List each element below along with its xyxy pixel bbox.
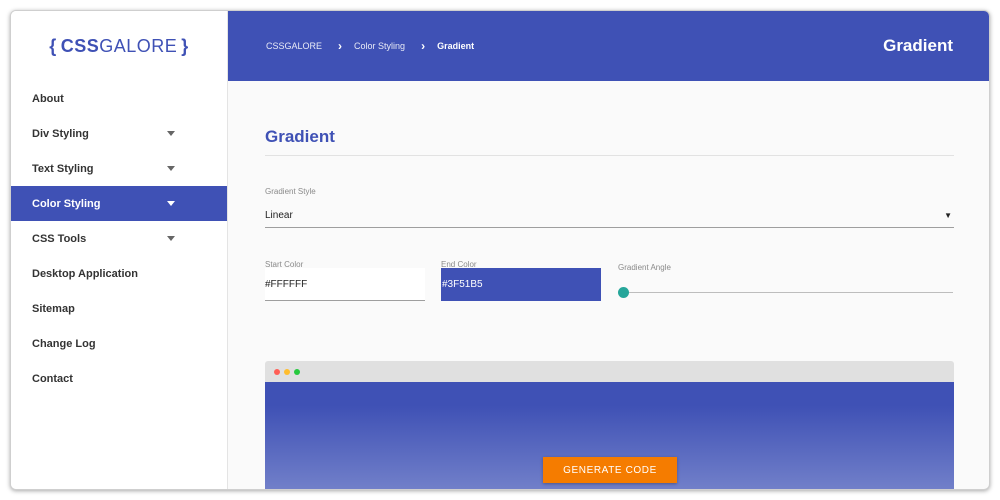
generate-code-button[interactable]: GENERATE CODE (543, 457, 677, 483)
gradient-preview-area: GENERATE CODE (265, 382, 954, 489)
logo-close-brace: } (181, 35, 189, 56)
gradient-style-label: Gradient Style (265, 187, 316, 196)
caret-down-icon (167, 201, 175, 206)
chevron-right-icon: › (421, 39, 426, 53)
breadcrumb-color-styling-link[interactable]: Color Styling (354, 41, 405, 51)
logo-galore: GALORE (99, 35, 178, 56)
sidebar-item-text-styling[interactable]: Text Styling (11, 151, 227, 186)
sidebar-item-label: CSS Tools (32, 232, 87, 245)
sidebar-item-div-styling[interactable]: Div Styling (11, 116, 227, 151)
gradient-style-value: Linear (265, 209, 293, 221)
sidebar-item-color-styling[interactable]: Color Styling (11, 186, 227, 221)
breadcrumb-home-link[interactable]: CSSGALORE (266, 41, 322, 51)
page-title: Gradient (265, 127, 954, 156)
sidebar-item-about[interactable]: About (11, 81, 227, 116)
breadcrumb: CSSGALORE › Color Styling › Gradient (266, 39, 474, 53)
window-minimize-dot-icon (284, 368, 290, 375)
sidebar-item-label: Contact (32, 372, 73, 385)
sidebar-item-label: Change Log (32, 337, 96, 350)
sidebar-item-change-log[interactable]: Change Log (11, 326, 227, 361)
logo-css: CSS (60, 35, 100, 56)
dropdown-arrow-icon: ▼ (944, 210, 952, 220)
end-color-value: #3F51B5 (442, 279, 483, 290)
window-maximize-dot-icon (294, 368, 300, 375)
gradient-preview: GENERATE CODE (265, 361, 954, 489)
sidebar-item-label: Sitemap (32, 302, 75, 315)
chevron-right-icon: › (338, 39, 343, 53)
breadcrumb-current: Gradient (437, 41, 475, 51)
window-close-dot-icon (274, 368, 280, 375)
sidebar-item-css-tools[interactable]: CSS Tools (11, 221, 227, 256)
sidebar-item-label: Text Styling (32, 162, 94, 175)
app-window: { CSS GALORE } About Div Styling Text Sty… (10, 10, 990, 490)
sidebar: { CSS GALORE } About Div Styling Text Sty… (11, 11, 228, 489)
caret-down-icon (167, 166, 175, 171)
sidebar-item-label: Color Styling (32, 197, 101, 210)
caret-down-icon (167, 131, 175, 136)
start-color-value: #FFFFFF (265, 278, 308, 290)
gradient-style-select[interactable]: Linear ▼ (265, 203, 954, 228)
end-color-input[interactable]: #3F51B5 (441, 268, 601, 301)
gradient-angle-label: Gradient Angle (618, 263, 671, 272)
sidebar-item-label: Desktop Application (32, 267, 138, 280)
header-title: Gradient (883, 36, 953, 55)
sidebar-item-contact[interactable]: Contact (11, 361, 227, 396)
logo-open-brace: { (49, 35, 57, 56)
logo[interactable]: { CSS GALORE } (11, 11, 227, 81)
sidebar-nav: About Div Styling Text Styling Color Sty… (11, 81, 227, 396)
main-content: Gradient Gradient Style Linear ▼ Start C… (228, 81, 989, 489)
gradient-angle-slider-thumb[interactable] (618, 287, 629, 298)
start-color-input[interactable]: #FFFFFF (265, 268, 425, 301)
gradient-angle-slider-track[interactable] (624, 292, 953, 293)
sidebar-item-sitemap[interactable]: Sitemap (11, 291, 227, 326)
preview-window-bar (265, 361, 954, 382)
caret-down-icon (167, 236, 175, 241)
sidebar-item-label: About (32, 92, 64, 105)
top-bar: CSSGALORE › Color Styling › Gradient Gra… (228, 11, 989, 81)
sidebar-item-desktop-application[interactable]: Desktop Application (11, 256, 227, 291)
sidebar-item-label: Div Styling (32, 127, 89, 140)
